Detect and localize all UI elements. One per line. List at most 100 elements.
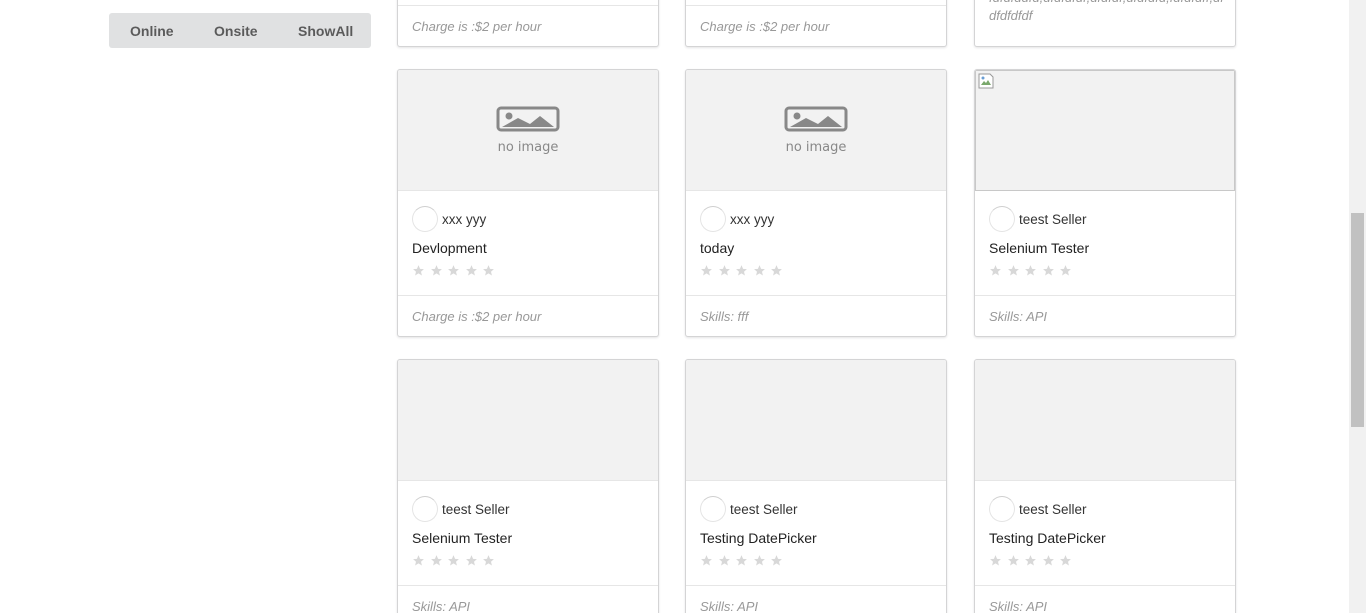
card-footer: Skills: API bbox=[975, 585, 1235, 613]
card-footer-text: fdfdfddfd,dfdfdfdf,dfdfdf,dfdfdfd,fdfdfd… bbox=[989, 0, 1224, 23]
star-icon[interactable] bbox=[989, 263, 1007, 277]
star-icon[interactable] bbox=[1007, 263, 1025, 277]
card-image[interactable] bbox=[975, 70, 1235, 191]
star-icon[interactable] bbox=[447, 263, 465, 277]
online-filter-button[interactable]: Online bbox=[130, 23, 174, 39]
star-icon[interactable] bbox=[1059, 263, 1077, 277]
star-rating bbox=[700, 263, 788, 277]
service-card[interactable]: Charge is :$2 per hour bbox=[685, 0, 947, 47]
star-icon[interactable] bbox=[430, 263, 448, 277]
seller-avatar bbox=[989, 496, 1015, 522]
seller-name[interactable]: xxx yyy bbox=[442, 212, 486, 227]
page: Online Onsite ShowAll Charge is :$2 per … bbox=[0, 0, 1366, 613]
card-footer-text: Skills: API bbox=[412, 599, 471, 613]
no-image-icon: no image bbox=[784, 106, 848, 155]
star-icon[interactable] bbox=[700, 553, 718, 567]
seller-avatar bbox=[700, 206, 726, 232]
card-footer: Skills: fff bbox=[686, 295, 946, 336]
card-footer-text: Skills: API bbox=[700, 599, 759, 613]
star-icon[interactable] bbox=[1007, 553, 1025, 567]
card-footer-text: Skills: API bbox=[989, 309, 1048, 324]
star-icon[interactable] bbox=[770, 553, 788, 567]
star-icon[interactable] bbox=[718, 263, 736, 277]
seller-info: teest Seller bbox=[412, 496, 510, 522]
star-icon[interactable] bbox=[430, 553, 448, 567]
star-rating bbox=[989, 263, 1077, 277]
service-card[interactable]: teest Seller Testing DatePicker Skills: … bbox=[974, 359, 1236, 613]
seller-info: teest Seller bbox=[989, 496, 1087, 522]
star-icon[interactable] bbox=[1024, 263, 1042, 277]
star-icon[interactable] bbox=[1059, 553, 1077, 567]
star-icon[interactable] bbox=[412, 263, 430, 277]
service-title[interactable]: Testing DatePicker bbox=[989, 530, 1106, 546]
service-card[interactable]: Charge is :$2 per hour bbox=[397, 0, 659, 47]
seller-info: xxx yyy bbox=[412, 206, 486, 232]
star-icon[interactable] bbox=[989, 553, 1007, 567]
scrollbar-thumb[interactable] bbox=[1351, 213, 1364, 427]
card-footer: Skills: API bbox=[975, 295, 1235, 336]
onsite-filter-button[interactable]: Onsite bbox=[214, 23, 258, 39]
star-rating bbox=[989, 553, 1077, 567]
service-title[interactable]: Testing DatePicker bbox=[700, 530, 817, 546]
star-icon[interactable] bbox=[770, 263, 788, 277]
card-footer-text: Charge is :$2 per hour bbox=[700, 19, 830, 34]
service-title[interactable]: Devlopment bbox=[412, 240, 487, 256]
card-image[interactable] bbox=[686, 360, 946, 481]
card-footer: Charge is :$2 per hour bbox=[398, 5, 658, 46]
service-title[interactable]: Selenium Tester bbox=[989, 240, 1089, 256]
seller-name[interactable]: teest Seller bbox=[442, 502, 510, 517]
service-title[interactable]: today bbox=[700, 240, 734, 256]
card-image[interactable]: no image bbox=[686, 70, 946, 191]
card-footer: Charge is :$2 per hour bbox=[686, 5, 946, 46]
seller-name[interactable]: teest Seller bbox=[730, 502, 798, 517]
card-footer: Charge is :$2 per hour bbox=[398, 295, 658, 336]
card-footer: Skills: API bbox=[686, 585, 946, 613]
card-image[interactable] bbox=[398, 360, 658, 481]
star-rating bbox=[700, 553, 788, 567]
star-icon[interactable] bbox=[465, 553, 483, 567]
card-image[interactable] bbox=[975, 360, 1235, 481]
card-footer-text: Charge is :$2 per hour bbox=[412, 309, 542, 324]
seller-avatar bbox=[412, 496, 438, 522]
star-icon[interactable] bbox=[482, 263, 500, 277]
seller-avatar bbox=[412, 206, 438, 232]
card-footer-text: Skills: fff bbox=[700, 309, 749, 324]
svg-text:no image: no image bbox=[498, 140, 559, 155]
seller-avatar bbox=[989, 206, 1015, 232]
star-icon[interactable] bbox=[718, 553, 736, 567]
seller-name[interactable]: teest Seller bbox=[1019, 502, 1087, 517]
showall-filter-button[interactable]: ShowAll bbox=[298, 23, 353, 39]
star-icon[interactable] bbox=[1042, 263, 1060, 277]
star-icon[interactable] bbox=[700, 263, 718, 277]
seller-name[interactable]: teest Seller bbox=[1019, 212, 1087, 227]
star-icon[interactable] bbox=[753, 263, 771, 277]
service-card[interactable]: teest Seller Selenium Tester Skills: API bbox=[974, 69, 1236, 337]
service-card[interactable]: fdfdfddfd,dfdfdfdf,dfdfdf,dfdfdfd,fdfdfd… bbox=[974, 0, 1236, 47]
svg-text:no image: no image bbox=[786, 140, 847, 155]
star-icon[interactable] bbox=[482, 553, 500, 567]
seller-name[interactable]: xxx yyy bbox=[730, 212, 774, 227]
star-icon[interactable] bbox=[735, 553, 753, 567]
service-card[interactable]: teest Seller Testing DatePicker Skills: … bbox=[685, 359, 947, 613]
star-icon[interactable] bbox=[1042, 553, 1060, 567]
service-card[interactable]: teest Seller Selenium Tester Skills: API bbox=[397, 359, 659, 613]
seller-info: teest Seller bbox=[700, 496, 798, 522]
star-icon[interactable] bbox=[753, 553, 771, 567]
seller-avatar bbox=[700, 496, 726, 522]
card-image[interactable]: no image bbox=[398, 70, 658, 191]
star-icon[interactable] bbox=[465, 263, 483, 277]
star-icon[interactable] bbox=[1024, 553, 1042, 567]
star-rating bbox=[412, 263, 500, 277]
card-footer-text: Skills: API bbox=[989, 599, 1048, 613]
seller-info: teest Seller bbox=[989, 206, 1087, 232]
filter-button-group: Online Onsite ShowAll bbox=[109, 13, 371, 48]
service-card[interactable]: no image xxx yyy today Skills: fff bbox=[685, 69, 947, 337]
no-image-icon: no image bbox=[496, 106, 560, 155]
star-icon[interactable] bbox=[447, 553, 465, 567]
star-icon[interactable] bbox=[735, 263, 753, 277]
service-title[interactable]: Selenium Tester bbox=[412, 530, 512, 546]
star-icon[interactable] bbox=[412, 553, 430, 567]
card-footer: Skills: API bbox=[398, 585, 658, 613]
broken-image-icon bbox=[978, 73, 994, 89]
service-card[interactable]: no image xxx yyy Devlopment Charge is :$… bbox=[397, 69, 659, 337]
